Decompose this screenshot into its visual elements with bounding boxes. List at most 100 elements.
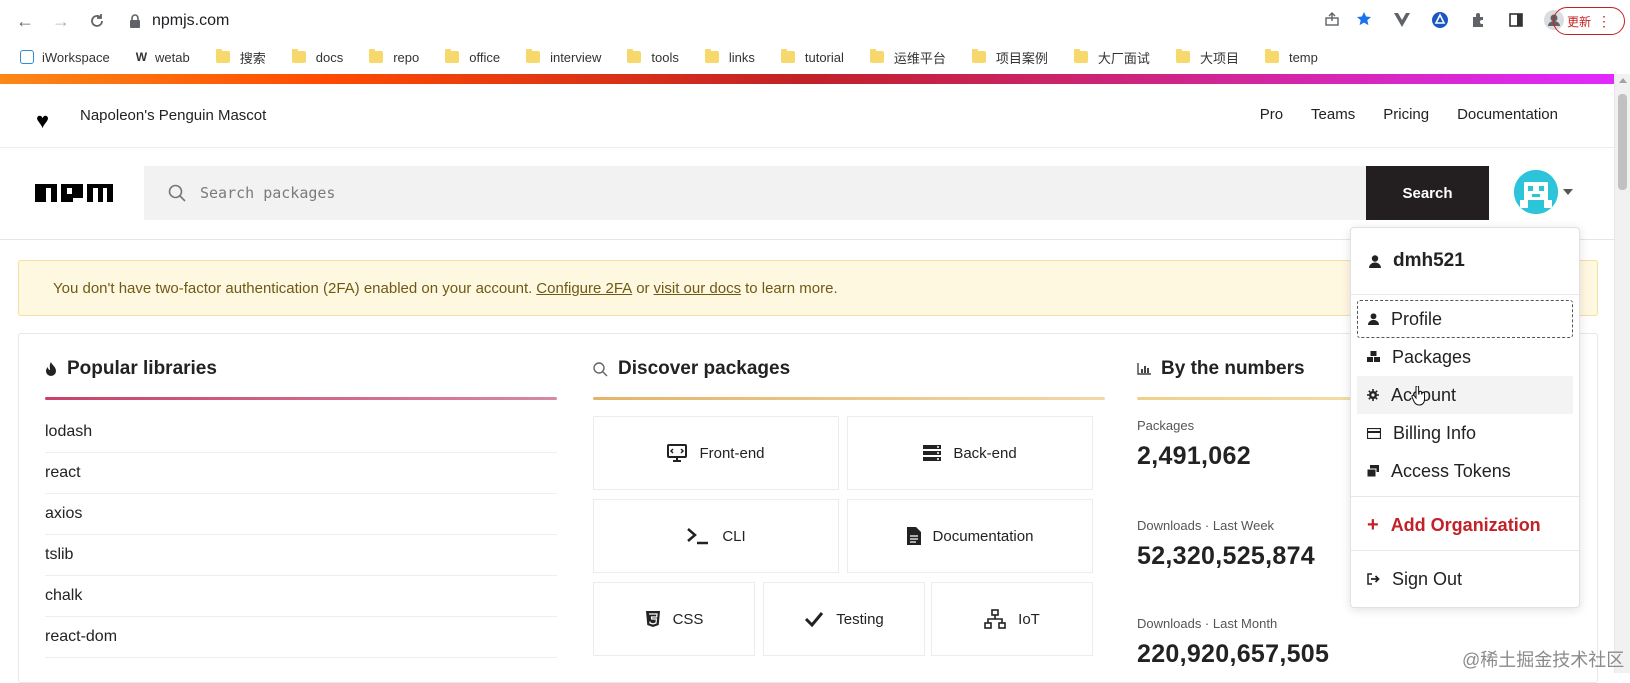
bookmark-folder[interactable]: 项目案例 [971,48,1048,67]
bookmark-item[interactable]: W wetab [136,50,190,65]
bookmark-folder[interactable]: 运维平台 [869,48,946,67]
url-text: npmjs.com [152,12,230,29]
bookmark-folder[interactable]: interview [526,49,601,65]
menu-item-billing-info[interactable]: Billing Info [1357,414,1573,452]
tile-documentation[interactable]: Documentation [847,499,1093,573]
bookmark-folder[interactable]: 大厂面试 [1073,48,1150,67]
tile-back-end[interactable]: Back-end [847,416,1093,490]
heart-icon[interactable]: ♥ [36,108,49,134]
bookmark-folder[interactable]: tools [627,49,679,65]
bookmark-folder[interactable]: links [704,49,755,65]
list-item[interactable]: react [45,453,557,494]
forward-icon[interactable]: → [48,8,74,34]
tile-label: CLI [722,527,746,545]
bookmark-folder[interactable]: 大项目 [1175,48,1239,67]
folder-icon [869,49,884,63]
tile-testing[interactable]: Testing [763,582,925,656]
page-scrollbar[interactable] [1614,74,1630,673]
nav-link-documentation[interactable]: Documentation [1457,106,1558,123]
tagline[interactable]: Napoleon's Penguin Mascot [80,107,266,124]
discover-packages-title: Discover packages [593,358,790,380]
tile-cli[interactable]: CLI [593,499,839,573]
bookmark-label: 运维平台 [893,50,946,66]
share-icon[interactable] [1324,11,1340,32]
update-button[interactable]: 更新 ⋮ [1553,7,1625,35]
stat-label: Downloads · Last Week [1137,518,1275,533]
bookmark-folder[interactable]: tutorial [780,49,844,65]
bookmark-folder[interactable]: 搜索 [215,48,266,67]
bookmark-item[interactable]: iWorkspace [20,50,110,65]
browser-toolbar: ← → npmjs.com 更新 ⋮ [0,0,1630,42]
bookmark-label: tools [651,49,679,65]
tile-label: Back-end [953,444,1017,462]
sign-out-icon [1367,573,1380,585]
vue-extension-icon[interactable] [1390,8,1414,32]
visit-docs-link[interactable]: visit our docs [654,280,742,297]
list-item[interactable]: react-dom [45,617,557,658]
reload-icon[interactable] [84,8,110,34]
more-icon: ⋮ [1597,13,1611,29]
folder-icon [1175,49,1190,63]
list-item[interactable]: tslib [45,535,557,576]
address-bar[interactable]: npmjs.com [118,6,1382,36]
menu-item-access-tokens[interactable]: Access Tokens [1357,452,1573,490]
bookmark-star-icon[interactable] [1356,11,1372,32]
list-item[interactable]: lodash [45,412,557,453]
menu-item-label: Add Organization [1390,514,1541,535]
bookmark-label: links [728,49,755,65]
monitor-icon [667,444,688,462]
menu-item-label: Profile [1391,308,1443,329]
back-icon[interactable]: ← [12,8,38,34]
folder-icon [1264,49,1279,63]
tile-iot[interactable]: IoT [931,582,1093,656]
menu-item-label: Sign Out [1392,568,1463,589]
avatar[interactable] [1514,170,1558,214]
bookmark-folder[interactable]: repo [369,49,419,65]
scroll-up-icon[interactable] [1619,78,1627,83]
cubes-icon [1367,351,1380,362]
search-icon [168,184,186,202]
plus-icon: + [1367,514,1379,536]
bookmark-folder[interactable]: office [445,49,500,65]
tile-label: IoT [1018,610,1040,628]
menu-item-sign-out[interactable]: Sign Out [1357,560,1573,598]
chevron-down-icon[interactable] [1563,189,1573,195]
menu-item-account[interactable]: Account [1357,376,1573,414]
scrollbar-thumb[interactable] [1618,94,1627,190]
bookmark-label: wetab [155,49,190,65]
menu-item-packages[interactable]: Packages [1357,338,1573,376]
folder-icon [215,49,230,63]
folder-icon [526,49,541,63]
list-item[interactable]: axios [45,494,557,535]
by-the-numbers-title: By the numbers [1137,358,1305,380]
search-button[interactable]: Search [1366,166,1489,220]
username: dmh521 [1393,250,1465,271]
section-title: Discover packages [618,358,791,379]
hand-cursor-icon [1411,386,1425,406]
menu-item-profile[interactable]: Profile [1357,300,1573,338]
bookmark-folder[interactable]: temp [1264,49,1318,65]
divider [1351,496,1581,497]
nav-link-teams[interactable]: Teams [1311,106,1355,123]
stat-value: 52,320,525,874 [1137,542,1315,570]
tile-label: CSS [672,610,704,628]
nav-link-pro[interactable]: Pro [1260,106,1283,123]
drive-extension-icon[interactable] [1428,8,1452,32]
tile-front-end[interactable]: Front-end [593,416,839,490]
side-panel-icon[interactable] [1504,8,1528,32]
workspace-icon [20,50,34,64]
add-organization-button[interactable]: + Add Organization [1357,506,1573,544]
npm-logo[interactable] [35,178,113,208]
section-title: Popular libraries [67,358,217,379]
tile-css[interactable]: CSS [593,582,755,656]
search-icon [593,361,608,376]
bookmark-folder[interactable]: docs [291,49,343,65]
extensions-puzzle-icon[interactable] [1466,8,1490,32]
configure-2fa-link[interactable]: Configure 2FA [536,280,632,297]
checkmark-icon [805,612,824,627]
search-input[interactable] [200,184,1300,202]
brand-gradient-bar [0,74,1614,84]
bookmark-label: tutorial [804,49,844,65]
nav-link-pricing[interactable]: Pricing [1383,106,1429,123]
list-item[interactable]: chalk [45,576,557,617]
